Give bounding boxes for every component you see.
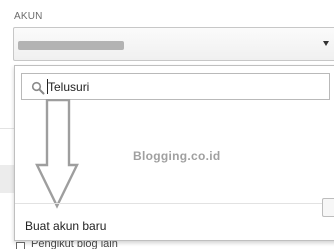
down-arrow-icon [35,99,79,209]
checkbox[interactable] [16,242,25,249]
side-scroll-handle[interactable] [322,198,334,217]
search-icon [31,81,45,95]
account-dropdown-panel: Blogging.co.id Buat akun baru [14,65,334,241]
search-box[interactable] [21,73,330,100]
watermark-text: Blogging.co.id [133,149,221,163]
bottom-option-label: Pengikut blog lain [31,241,118,249]
bottom-option-row[interactable]: Pengikut blog lain [14,241,334,249]
section-label-akun: AKUN [14,11,43,22]
dropdown-divider [15,203,334,204]
caret-down-icon [323,41,329,46]
background-divider [0,128,14,129]
create-account-link[interactable]: Buat akun baru [25,219,106,233]
page: AKUN Blogging.co.id Buat akun baru Pengi… [0,0,334,249]
account-select[interactable] [13,27,334,61]
search-input[interactable] [48,78,318,96]
redacted-account-name [18,41,124,50]
text-cursor [47,79,48,94]
